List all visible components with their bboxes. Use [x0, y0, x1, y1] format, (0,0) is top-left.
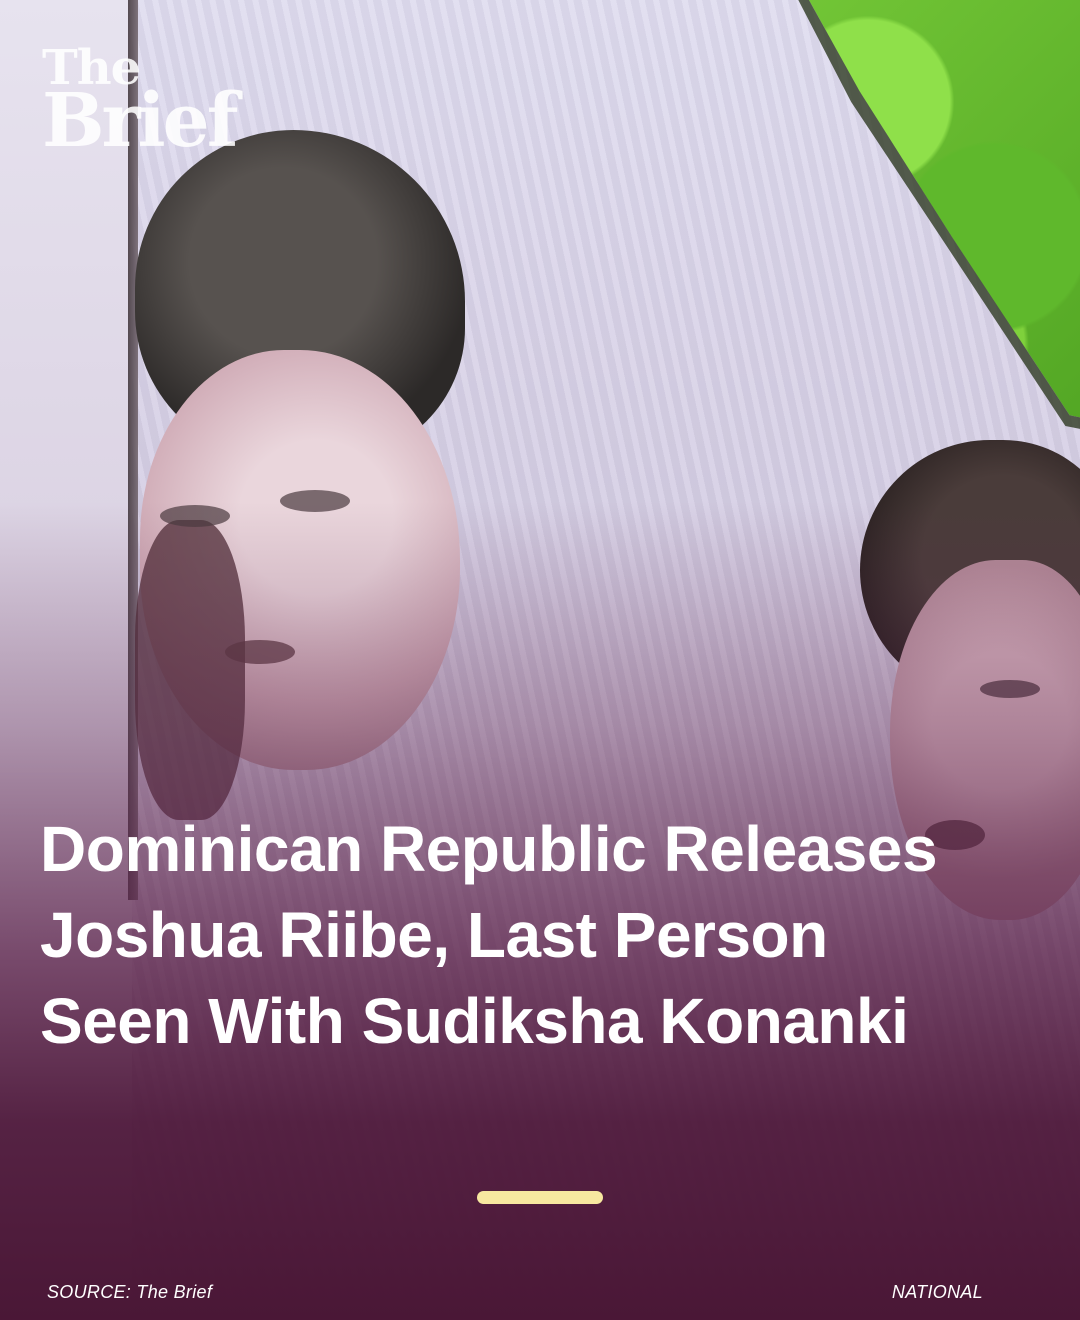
- logo-line-brief: Brief: [42, 78, 239, 164]
- category-label: NATIONAL: [891, 1282, 983, 1302]
- brand-logo: The Brief: [42, 44, 262, 158]
- source-credit: SOURCE: The Brief: [47, 1282, 213, 1302]
- gradient-overlay: [0, 0, 1080, 1320]
- accent-bar: [477, 1191, 603, 1204]
- headline: Dominican Republic Releases Joshua Riibe…: [40, 813, 938, 1057]
- story-card: The Brief Dominican Republic Releases Jo…: [0, 0, 1080, 1320]
